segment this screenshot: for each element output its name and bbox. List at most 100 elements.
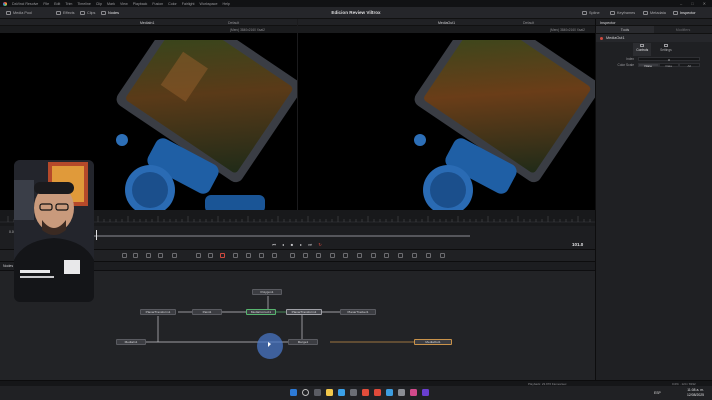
app-icon-8[interactable] (386, 389, 393, 396)
node-mediain1[interactable]: MediaIn1 (116, 339, 146, 345)
node-planartransform-a[interactable]: PlanarTransform1 (140, 309, 176, 315)
warp-tool-icon[interactable] (398, 253, 403, 258)
tray-language[interactable]: ESP (654, 391, 661, 395)
planar-tool-icon[interactable] (303, 253, 308, 258)
polygon-tool-icon[interactable] (196, 253, 201, 258)
minimize-icon[interactable]: – (680, 1, 682, 6)
shape-tool-icon[interactable] (371, 253, 376, 258)
menu-color[interactable]: Color (168, 2, 177, 6)
mask-tool-icon[interactable] (316, 253, 321, 258)
saver-tool-icon[interactable] (440, 253, 445, 258)
text-tool-icon[interactable] (146, 253, 151, 258)
spline-button[interactable]: Spline (582, 9, 600, 17)
inspector-node-header[interactable]: MediaOut1 (596, 34, 712, 42)
file-explorer-icon[interactable] (326, 389, 333, 396)
metadata-button[interactable]: Metadata (643, 9, 666, 17)
close-icon[interactable]: ✕ (703, 1, 706, 6)
app-icon-9[interactable] (398, 389, 405, 396)
menu-fairlight[interactable]: Fairlight (182, 2, 195, 6)
color-scale-none[interactable]: None (638, 62, 659, 68)
keyframes-button[interactable]: Keyframes (610, 9, 635, 17)
tab-tools[interactable]: Tools (596, 26, 654, 33)
menu-mark[interactable]: Mark (107, 2, 115, 6)
3d-tool-icon[interactable] (357, 253, 362, 258)
node-planartransform-b[interactable]: PlanarTransform1 (286, 309, 322, 315)
app-icon-10[interactable] (410, 389, 417, 396)
render-tool-icon[interactable] (412, 253, 417, 258)
store-icon[interactable] (350, 389, 357, 396)
menu-playback[interactable]: Playback (133, 2, 148, 6)
node-paint1[interactable]: Paint1 (192, 309, 222, 315)
color-corrector-icon[interactable] (233, 253, 238, 258)
search-icon[interactable] (302, 389, 309, 396)
go-to-start-icon[interactable]: ⏮ (272, 242, 276, 247)
export-tool-icon[interactable] (426, 253, 431, 258)
merge-tool-icon[interactable] (158, 253, 163, 258)
loop-icon[interactable]: ↻ (318, 242, 322, 247)
maximize-icon[interactable]: □ (691, 1, 693, 6)
node-polygon1[interactable]: Polygon1 (252, 289, 282, 295)
effects-button[interactable]: Effects (56, 9, 75, 17)
brave-icon[interactable] (362, 389, 369, 396)
app-icon-11[interactable] (422, 389, 429, 396)
left-viewer-option[interactable]: Default (228, 21, 239, 25)
nodes-button[interactable]: Nodes (101, 9, 119, 17)
play-icon[interactable]: ▸ (299, 242, 303, 247)
menu-view[interactable]: View (120, 2, 128, 6)
menu-help[interactable]: Help (222, 2, 229, 6)
transform-tool-icon[interactable] (259, 253, 264, 258)
light-tool-icon[interactable] (330, 253, 335, 258)
tab-modifiers[interactable]: Modifiers (654, 26, 712, 33)
tracker-tool-icon[interactable] (290, 253, 295, 258)
right-viewer-info-bar: (Merc) 3840x2160 Xsat2 (298, 26, 595, 33)
playhead[interactable] (96, 230, 97, 240)
right-viewer[interactable] (298, 40, 595, 210)
menu-workspace[interactable]: Workspace (200, 2, 218, 6)
inspector-button[interactable]: Inspector (673, 9, 696, 17)
subtab-controls[interactable]: Controls (633, 43, 652, 56)
right-viewer-name[interactable]: MediaOut1 (438, 21, 455, 25)
menu-file[interactable]: File (43, 2, 49, 6)
crop-tool-icon[interactable] (272, 253, 277, 258)
right-viewer-image (414, 40, 595, 210)
index-field[interactable]: 0 (638, 56, 700, 62)
stop-icon[interactable]: ■ (290, 242, 294, 247)
color-scale-all[interactable]: All (679, 62, 700, 68)
node-mediaout1[interactable]: MediaOut1 (414, 339, 452, 345)
menu-clip[interactable]: Clip (96, 2, 102, 6)
node-mediacorrect1[interactable]: MediaCorrect1 (246, 309, 276, 315)
bspline-tool-icon[interactable] (208, 253, 213, 258)
clips-icon (80, 11, 85, 15)
color-scale-data[interactable]: Data (658, 62, 679, 68)
brush-tool-icon[interactable] (172, 253, 177, 258)
current-frame[interactable]: 101.0 (572, 242, 583, 247)
particle-tool-icon[interactable] (220, 253, 225, 258)
start-menu-icon[interactable] (290, 389, 297, 396)
camera-tool-icon[interactable] (343, 253, 348, 258)
node-planartracker1[interactable]: PlanarTracker1 (340, 309, 376, 315)
inspector-node-name: MediaOut1 (606, 36, 625, 40)
menu-edit[interactable]: Edit (54, 2, 60, 6)
blur-tool-icon[interactable] (246, 253, 251, 258)
media-pool-label: Media Pool (13, 11, 32, 15)
menu-timeline[interactable]: Timeline (77, 2, 90, 6)
menu-trim[interactable]: Trim (65, 2, 72, 6)
right-viewer-option[interactable]: Default (523, 21, 534, 25)
channel-tool-icon[interactable] (384, 253, 389, 258)
menu-app-name[interactable]: DaVinci Resolve (12, 2, 38, 6)
system-clock[interactable]: 11:08 a. m. 12/08/2025 (687, 388, 704, 397)
step-back-icon[interactable]: ◂ (281, 242, 285, 247)
background-tool-icon[interactable] (122, 253, 127, 258)
paint-tool-icon[interactable] (133, 253, 138, 258)
start-frame[interactable]: 0.0 (9, 230, 14, 234)
menu-fusion[interactable]: Fusion (152, 2, 163, 6)
subtab-settings[interactable]: Settings (657, 43, 675, 56)
go-to-end-icon[interactable]: ⏭ (308, 242, 312, 247)
edge-icon[interactable] (338, 389, 345, 396)
task-view-icon[interactable] (314, 389, 321, 396)
media-pool-button[interactable]: Media Pool (6, 9, 32, 17)
resolve-taskbar-icon[interactable] (374, 389, 381, 396)
clips-button[interactable]: Clips (80, 9, 95, 17)
left-viewer-name[interactable]: MediaIn1 (140, 21, 154, 25)
node-merge1[interactable]: Merge1 (288, 339, 318, 345)
